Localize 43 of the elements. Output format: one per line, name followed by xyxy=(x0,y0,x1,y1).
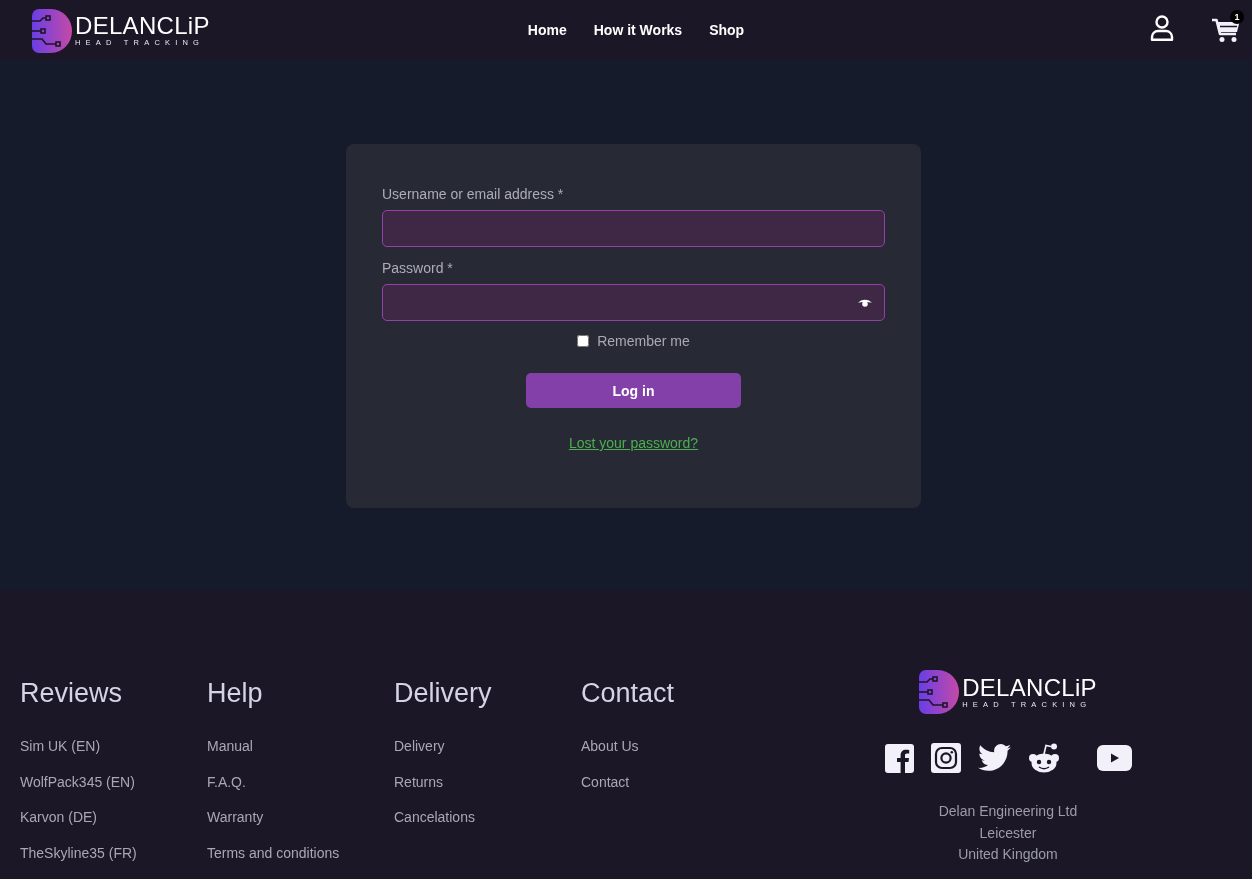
logo-mark-icon xyxy=(32,8,72,53)
field-label: Password * xyxy=(382,259,454,277)
footer-heading: Delivery xyxy=(394,677,492,709)
brand-name: DELANCLiP xyxy=(75,13,210,38)
footer-link[interactable]: Manual xyxy=(207,737,253,755)
footer-link[interactable]: Sim UK (EN) xyxy=(20,737,101,755)
field-label: Username or email address * xyxy=(382,185,565,203)
footer-heading: Contact xyxy=(581,677,675,709)
nav-link[interactable]: How it Works xyxy=(593,22,683,38)
youtube-icon[interactable] xyxy=(1096,745,1132,771)
footer-heading: Help xyxy=(207,677,263,709)
footer-link[interactable]: TheSkyline35 (FR) xyxy=(20,843,137,862)
twitter-icon[interactable] xyxy=(977,744,1011,772)
address-line: Leicester xyxy=(979,823,1037,843)
footer-link[interactable]: About Us xyxy=(581,737,639,755)
address-line: Delan Engineering Ltd xyxy=(938,802,1078,821)
reddit-icon[interactable] xyxy=(1027,743,1060,773)
footer-link[interactable]: Karvon (DE) xyxy=(20,808,98,826)
footer-link[interactable]: Delivery xyxy=(394,737,445,755)
footer-link[interactable]: Cancelations xyxy=(394,808,475,826)
remember-label: Remember me xyxy=(597,332,690,350)
footer-link[interactable]: Warranty xyxy=(207,808,264,826)
remember-checkbox[interactable] xyxy=(577,335,590,347)
brand-name: DELANCLiP xyxy=(962,674,1097,700)
cart-count-badge: 1 xyxy=(1230,9,1244,24)
lost-password-link[interactable]: Lost your password? xyxy=(568,434,699,452)
logo-mark-icon xyxy=(919,670,960,714)
nav-link[interactable]: Home xyxy=(527,22,567,38)
address-line: United Kingdom xyxy=(958,845,1058,864)
footer-link[interactable]: Contact xyxy=(581,772,630,791)
footer-link[interactable]: Terms and conditions xyxy=(207,843,340,862)
nav-link[interactable]: Shop xyxy=(709,22,745,38)
footer-link[interactable]: Returns xyxy=(394,772,444,791)
password-field[interactable] xyxy=(382,284,885,321)
footer-heading: Reviews xyxy=(20,677,123,709)
login-button[interactable]: Log in xyxy=(526,373,741,408)
facebook-icon[interactable] xyxy=(884,743,914,773)
user-icon[interactable] xyxy=(1150,15,1174,41)
footer-link[interactable]: WolfPack345 (EN) xyxy=(20,772,135,791)
footer-link[interactable]: F.A.Q. xyxy=(207,772,246,791)
eye-icon[interactable] xyxy=(858,297,872,308)
input-field[interactable] xyxy=(382,210,885,247)
instagram-icon[interactable] xyxy=(930,743,961,773)
